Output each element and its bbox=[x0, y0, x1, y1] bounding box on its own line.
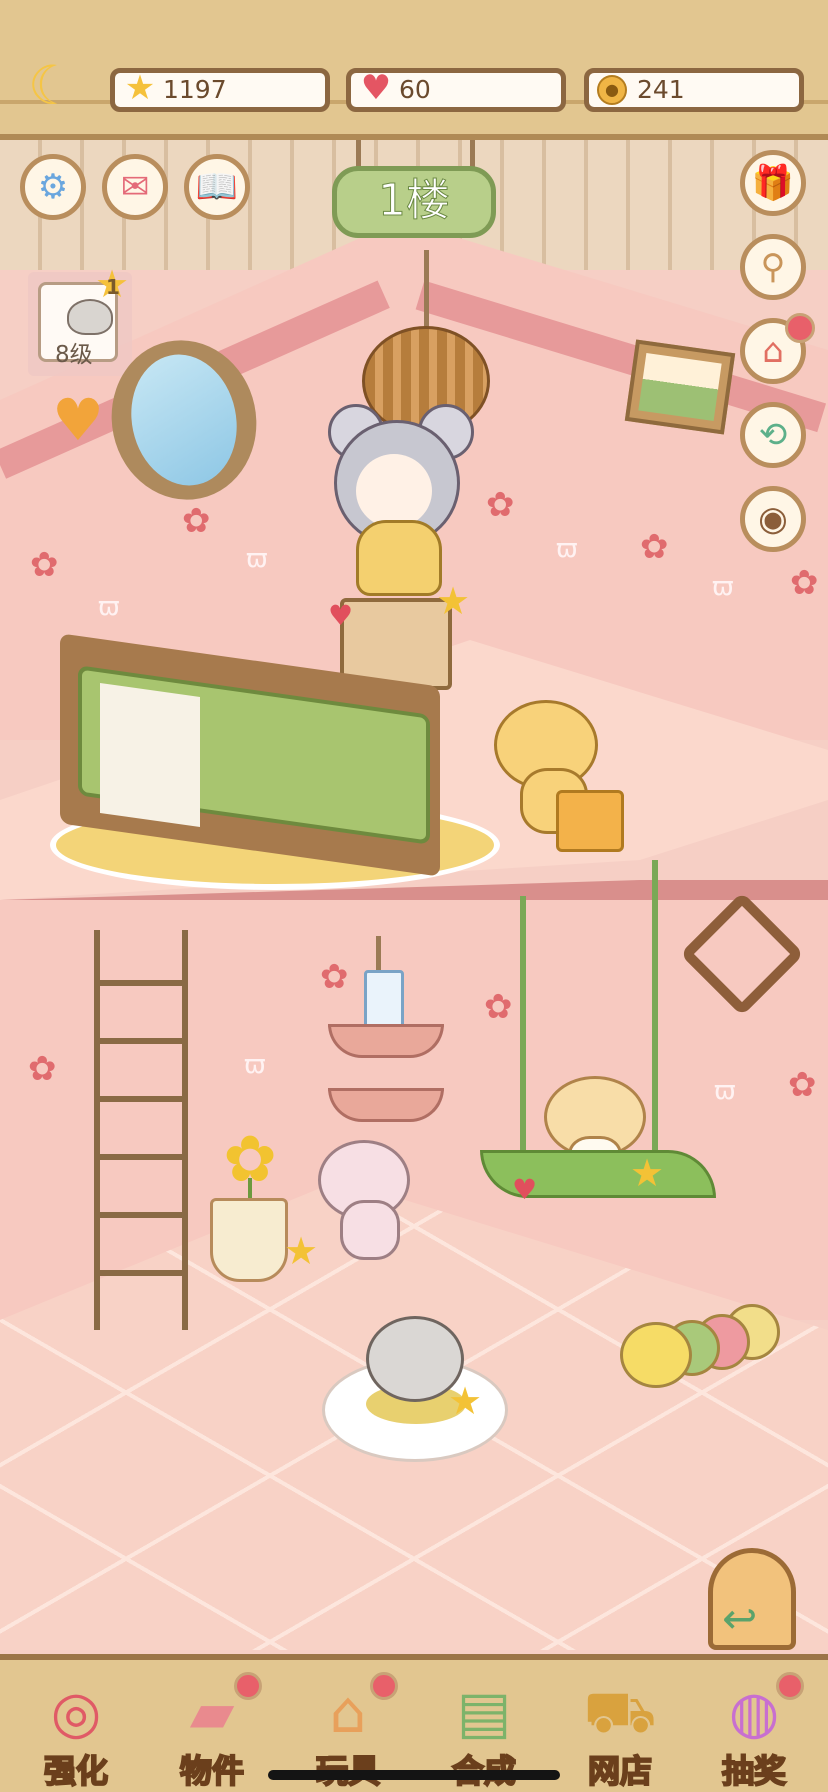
nav-label: 物件 bbox=[179, 1751, 245, 1791]
collapse-chevron-icon[interactable]: ♥ bbox=[46, 391, 110, 449]
wallpaper-butterfly-icon: ϖ bbox=[246, 544, 268, 574]
swing-rope bbox=[652, 860, 658, 1150]
gift-button[interactable]: 🎁 bbox=[740, 150, 806, 216]
star-bubble-icon[interactable]: ★ bbox=[448, 1382, 482, 1420]
wallpaper-flower-icon: ✿ bbox=[486, 485, 515, 525]
flower-pot[interactable] bbox=[210, 1198, 288, 1282]
swing-rope bbox=[520, 896, 526, 1158]
wallpaper-butterfly-icon: ϖ bbox=[712, 572, 734, 602]
caterpillar-plush[interactable] bbox=[620, 1300, 780, 1388]
wallpaper-butterfly-icon: ϖ bbox=[98, 592, 120, 622]
lollipop-icon: ◎ bbox=[50, 1678, 102, 1746]
magnifier-paw-icon: ⚲ bbox=[760, 247, 786, 287]
mail-button[interactable]: ✉ bbox=[102, 154, 168, 220]
wallpaper-flower-icon: ✿ bbox=[28, 1049, 57, 1089]
eye-icon: ◉ bbox=[758, 499, 788, 539]
settings-button[interactable]: ⚙ bbox=[20, 154, 86, 220]
heart-bubble-icon[interactable]: ♥ bbox=[512, 1176, 537, 1204]
coins-counter[interactable]: ● 241 bbox=[584, 68, 804, 112]
wallpaper-flower-icon: ✿ bbox=[790, 563, 819, 603]
notification-dot bbox=[234, 1672, 262, 1700]
nav-label: 合成 bbox=[420, 1746, 548, 1792]
nav-label: 玩具 bbox=[284, 1746, 412, 1792]
mail-heart-icon: ✉ bbox=[120, 167, 150, 207]
moon-icon[interactable]: ☾ bbox=[24, 58, 80, 114]
paw-coin-icon: ● bbox=[597, 75, 627, 105]
album-button[interactable]: 📖 bbox=[184, 154, 250, 220]
bed-pillow bbox=[100, 682, 200, 828]
nav-label: 网店 bbox=[587, 1751, 653, 1791]
notification-dot bbox=[370, 1672, 398, 1700]
nav-label: 强化 bbox=[43, 1751, 109, 1791]
back-arrow-icon[interactable]: ↩ bbox=[722, 1598, 757, 1640]
wallpaper-flower-icon: ✿ bbox=[320, 957, 349, 997]
nav-label: 抽奖 bbox=[721, 1751, 787, 1791]
floor-sign-label: 1楼 bbox=[378, 175, 451, 227]
home-indicator[interactable] bbox=[268, 1770, 560, 1780]
lamp-cord bbox=[424, 250, 429, 330]
level-label: 8级 bbox=[55, 342, 93, 368]
gift-box-icon: 🎁 bbox=[751, 163, 795, 203]
wallpaper-butterfly-icon: ϖ bbox=[244, 1050, 266, 1080]
stars-value: 1197 bbox=[163, 75, 227, 104]
nav-items[interactable]: ▰ 物件 bbox=[148, 1672, 276, 1792]
view-button[interactable]: ◉ bbox=[740, 486, 806, 552]
corner-shelf[interactable] bbox=[328, 1088, 444, 1122]
coins-value: 241 bbox=[637, 75, 685, 104]
wallpaper-butterfly-icon: ϖ bbox=[556, 534, 578, 564]
landscape-painting[interactable] bbox=[624, 339, 736, 435]
hearts-counter[interactable]: ♥ 60 bbox=[346, 68, 566, 112]
wallpaper-flower-icon: ✿ bbox=[788, 1065, 817, 1105]
star-bubble-icon[interactable]: ★ bbox=[284, 1232, 318, 1270]
star-book-icon: 📖 bbox=[195, 167, 239, 207]
star-icon: ★ bbox=[124, 68, 156, 108]
shop-basket-icon: ⛟ bbox=[583, 1678, 657, 1746]
paw-house-icon: ⌂ bbox=[762, 331, 784, 371]
heart-icon: ♥ bbox=[360, 68, 392, 108]
notification-dot bbox=[776, 1672, 804, 1700]
wallpaper-butterfly-icon: ϖ bbox=[714, 1076, 736, 1106]
rope-ladder[interactable] bbox=[86, 930, 196, 1330]
top-resource-bar: ☾ ★ 1197 ♥ 60 ● 241 bbox=[0, 0, 828, 140]
milk-carton[interactable] bbox=[364, 970, 404, 1028]
deer-body bbox=[340, 1200, 400, 1260]
floor-sign[interactable]: 1楼 bbox=[332, 166, 496, 238]
mouse-girl-dress bbox=[356, 520, 442, 596]
heart-bubble-icon[interactable]: ♥ bbox=[328, 602, 353, 630]
honey-box[interactable] bbox=[556, 790, 624, 852]
card-merge-icon: ▤ bbox=[456, 1678, 512, 1746]
nav-lottery[interactable]: ◍ 抽奖 bbox=[690, 1672, 818, 1792]
gear-icon: ⚙ bbox=[37, 167, 69, 207]
pet-house-button[interactable]: ⌂ bbox=[740, 313, 815, 384]
notification-dot bbox=[785, 313, 815, 343]
nav-enhance[interactable]: ◎ 强化 bbox=[12, 1674, 140, 1792]
rotate-room-button[interactable]: ⟲ bbox=[740, 402, 806, 468]
star-bubble-icon[interactable]: ★ bbox=[436, 582, 470, 620]
wallpaper-flower-icon: ✿ bbox=[640, 527, 669, 567]
wallpaper-flower-icon: ✿ bbox=[484, 987, 513, 1027]
stars-counter[interactable]: ★ 1197 bbox=[110, 68, 330, 112]
hearts-value: 60 bbox=[399, 75, 431, 104]
nav-shop[interactable]: ⛟ 网店 bbox=[556, 1674, 684, 1792]
wallpaper-flower-icon: ✿ bbox=[182, 501, 211, 541]
search-button[interactable]: ⚲ bbox=[740, 234, 806, 300]
level-badge-count: 1 bbox=[106, 275, 120, 299]
rotate-house-icon: ⟲ bbox=[758, 415, 788, 455]
star-bubble-icon[interactable]: ★ bbox=[630, 1154, 664, 1192]
pet-level-card[interactable]: 8级 ★ 1 bbox=[28, 265, 132, 376]
mouse-girl-face bbox=[356, 454, 432, 528]
corner-shelf[interactable] bbox=[328, 1024, 444, 1058]
wallpaper-flower-icon: ✿ bbox=[30, 545, 59, 585]
